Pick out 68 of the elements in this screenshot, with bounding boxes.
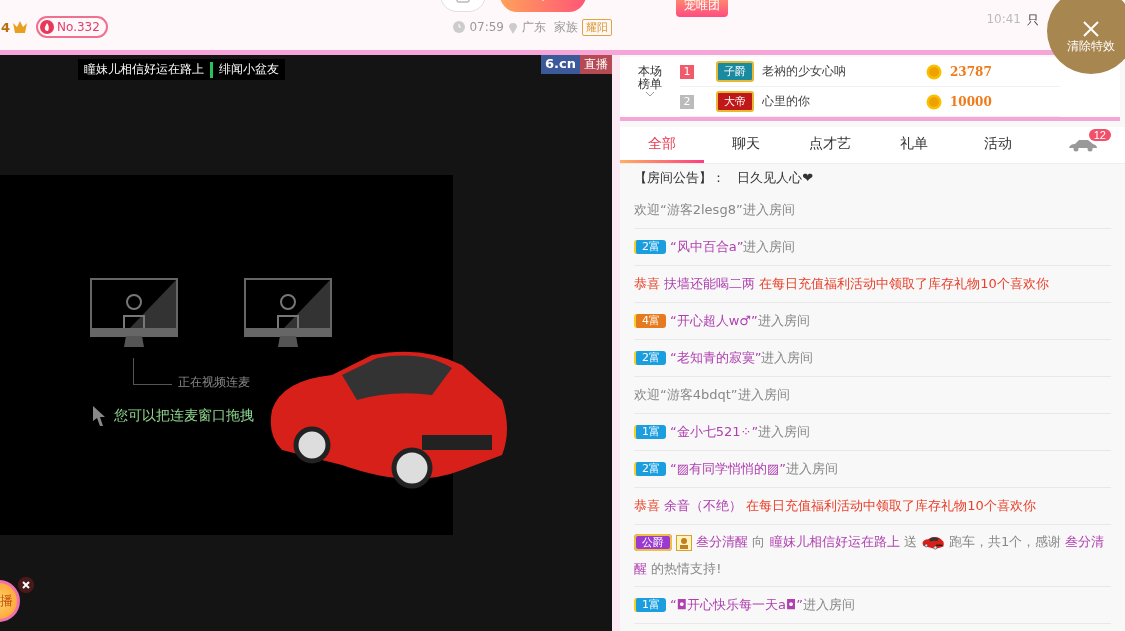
entry-message: “▨有同学悄悄的▨”进入房间 xyxy=(670,461,839,477)
welcome-message: 欢迎“游客2lesg8”进入房间 xyxy=(634,202,795,218)
link-status-text: 正在视频连麦 xyxy=(178,374,250,391)
coin-icon xyxy=(926,93,942,110)
flame-icon xyxy=(40,20,55,34)
rank-number: 2 xyxy=(680,94,694,109)
welcome-message: 欢迎“游客4bdqt”进入房间 xyxy=(634,387,790,403)
site-logo: 6.cn xyxy=(541,55,580,74)
location-text: 广东 xyxy=(522,18,546,36)
drag-hint: 您可以把连麦窗口拖拽 xyxy=(114,407,254,425)
rank-number: 1 xyxy=(680,64,694,79)
car-tab[interactable]: 12 xyxy=(1041,127,1125,163)
rank-badge: 公爵 xyxy=(634,534,672,551)
level-number: 4 xyxy=(1,19,11,35)
congrats-message: 恭喜 余音（不绝） 在每日充值福利活动中领取了库存礼物10个喜欢你 xyxy=(634,498,1036,514)
anchor-name: 瞳妹儿相信好运在路上 xyxy=(84,61,204,78)
tab[interactable]: 聊天 xyxy=(704,127,788,163)
title-badge: 大帝 xyxy=(716,91,754,112)
tab[interactable]: 全部 xyxy=(620,127,704,163)
score: 10000 xyxy=(950,94,992,109)
tab[interactable]: 点才艺 xyxy=(788,127,872,163)
entry-message: “金小七521⁘”进入房间 xyxy=(670,424,811,440)
entry-message: “◘开心快乐每一天a◘”进入房间 xyxy=(670,597,855,613)
entry-message: “开心超人w♂”进入房间 xyxy=(670,313,810,329)
rank-title: 本场 xyxy=(638,65,662,78)
family-badge: 耀阳 xyxy=(582,18,612,36)
avatar-icon xyxy=(676,534,693,551)
wealth-badge: 4富 xyxy=(634,314,666,328)
user-name: 心里的你 xyxy=(762,93,811,110)
crown-icon xyxy=(12,20,29,34)
close-icon xyxy=(1082,20,1100,38)
message-text: 只 xyxy=(1027,12,1039,29)
cursor-icon xyxy=(92,405,106,427)
congrats-message: 恭喜 扶墙还能喝二两 在每日充值福利活动中领取了库存礼物10个喜欢你 xyxy=(634,276,1049,292)
anchor-name: 绯闻小盆友 xyxy=(219,61,279,78)
count-badge: 12 xyxy=(1088,129,1111,141)
rank-badge: No.332 xyxy=(36,16,108,38)
wealth-badge: 2富 xyxy=(634,351,666,365)
coin-icon xyxy=(926,63,942,80)
entry-message: “风中百合a”进入房间 xyxy=(670,239,796,255)
wealth-badge: 2富 xyxy=(634,462,666,476)
message-time: 10:41 xyxy=(986,12,1021,28)
announcement-label: 【房间公告】： xyxy=(634,170,725,186)
title-badge: 子爵 xyxy=(716,61,754,82)
monitor-user-icon xyxy=(90,278,178,348)
close-icon[interactable] xyxy=(18,577,34,593)
score: 23787 xyxy=(950,64,992,79)
entry-message: “老知青的寂寞”进入房间 xyxy=(670,350,814,366)
tab[interactable]: 礼单 xyxy=(872,127,956,163)
wealth-badge: 2富 xyxy=(634,240,666,254)
monitor-user-icon xyxy=(244,278,332,348)
car-icon xyxy=(1068,138,1098,152)
clock-icon xyxy=(453,21,466,33)
chevron-down-icon[interactable] xyxy=(645,91,655,98)
user-name: 老衲的少女心呐 xyxy=(762,63,847,80)
float-button[interactable]: 播 xyxy=(0,580,20,622)
family-label: 家族 xyxy=(554,18,578,36)
rank-title: 榜单 xyxy=(638,78,662,91)
live-duration: 07:59 xyxy=(469,20,504,34)
live-tag: 直播 xyxy=(580,55,612,74)
car-icon xyxy=(920,535,945,550)
location-pin-icon xyxy=(508,20,518,34)
gift-message: 公爵 叁分清醒 向 瞳妹儿相信好运在路上 送 跑车，共1个，感谢 叁分清醒 的热情支持! xyxy=(634,533,1106,578)
connector-line xyxy=(133,358,172,385)
wealth-badge: 1富 xyxy=(634,598,666,612)
tab[interactable]: 活动 xyxy=(956,127,1040,163)
wealth-badge: 1富 xyxy=(634,425,666,439)
announcement-text: 日久见人心❤ xyxy=(737,170,814,186)
